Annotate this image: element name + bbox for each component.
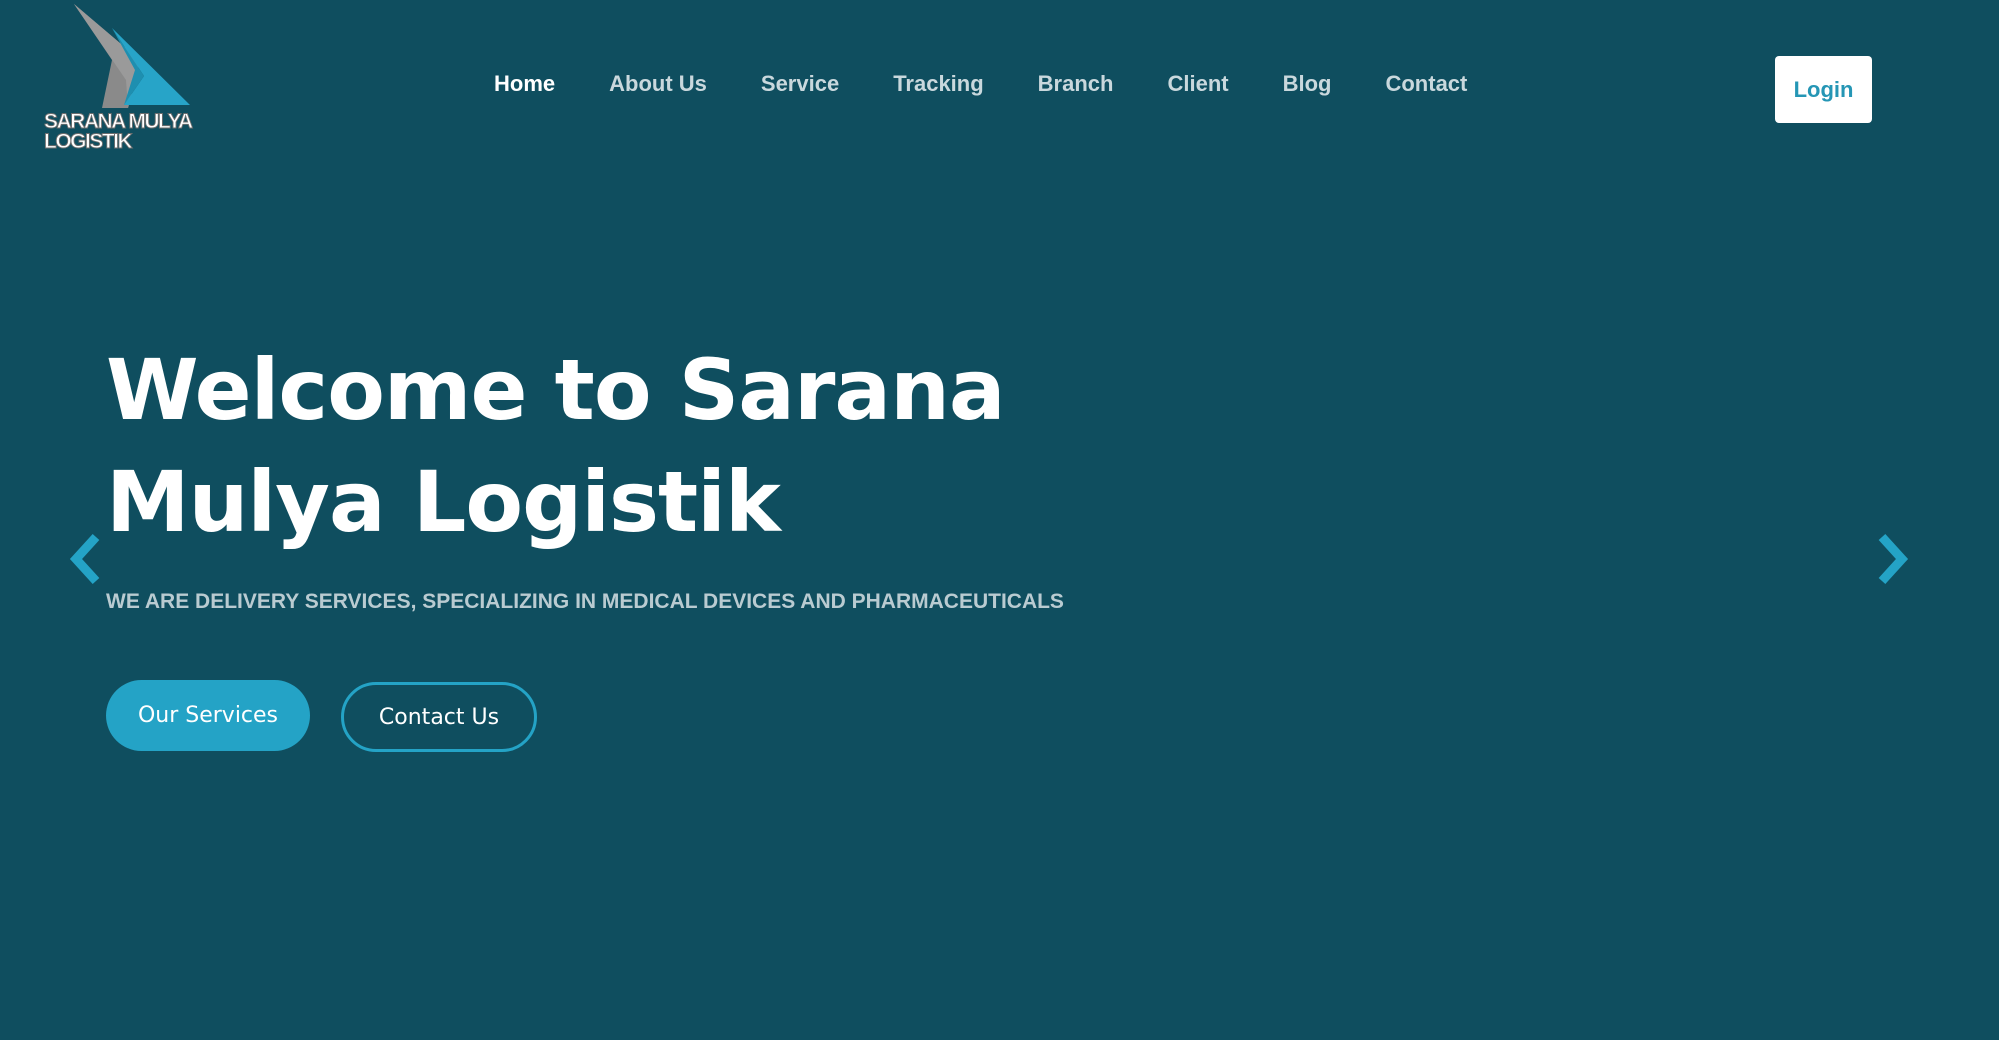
nav-item-tracking[interactable]: Tracking xyxy=(893,71,983,97)
nav-item-home[interactable]: Home xyxy=(494,71,555,97)
nav-item-blog[interactable]: Blog xyxy=(1283,71,1332,97)
nav-item-about-us[interactable]: About Us xyxy=(609,71,707,97)
hero-title-line2: Mulya Logistik xyxy=(106,453,781,551)
chevron-arrow-logo-icon xyxy=(74,4,190,108)
chevron-right-icon xyxy=(1878,533,1909,585)
hero-subtitle: WE ARE DELIVERY SERVICES, SPECIALIZING I… xyxy=(106,590,1064,613)
our-services-button[interactable]: Our Services xyxy=(106,680,310,751)
hero-title-line1: Welcome to Sarana xyxy=(106,341,1006,439)
brand-name-line1: SARANA MULYA xyxy=(44,110,194,133)
page: SARANA MULYA LOGISTIK Home About Us Serv… xyxy=(0,0,1999,1040)
contact-us-button[interactable]: Contact Us xyxy=(341,682,537,752)
carousel-prev-button[interactable] xyxy=(66,533,106,585)
brand-wordmark: SARANA MULYA LOGISTIK xyxy=(44,110,194,153)
login-button[interactable]: Login xyxy=(1775,56,1872,123)
main-nav: Home About Us Service Tracking Branch Cl… xyxy=(467,64,1494,104)
carousel-next-button[interactable] xyxy=(1872,533,1912,585)
nav-item-client[interactable]: Client xyxy=(1167,71,1228,97)
brand-name-line2: LOGISTIK xyxy=(44,130,134,153)
brand-logo[interactable]: SARANA MULYA LOGISTIK xyxy=(40,0,205,160)
nav-item-service[interactable]: Service xyxy=(761,71,839,97)
chevron-left-icon xyxy=(69,533,100,585)
nav-item-branch[interactable]: Branch xyxy=(1038,71,1114,97)
hero-title: Welcome to Sarana Mulya Logistik xyxy=(106,334,1106,558)
nav-item-contact[interactable]: Contact xyxy=(1385,71,1467,97)
